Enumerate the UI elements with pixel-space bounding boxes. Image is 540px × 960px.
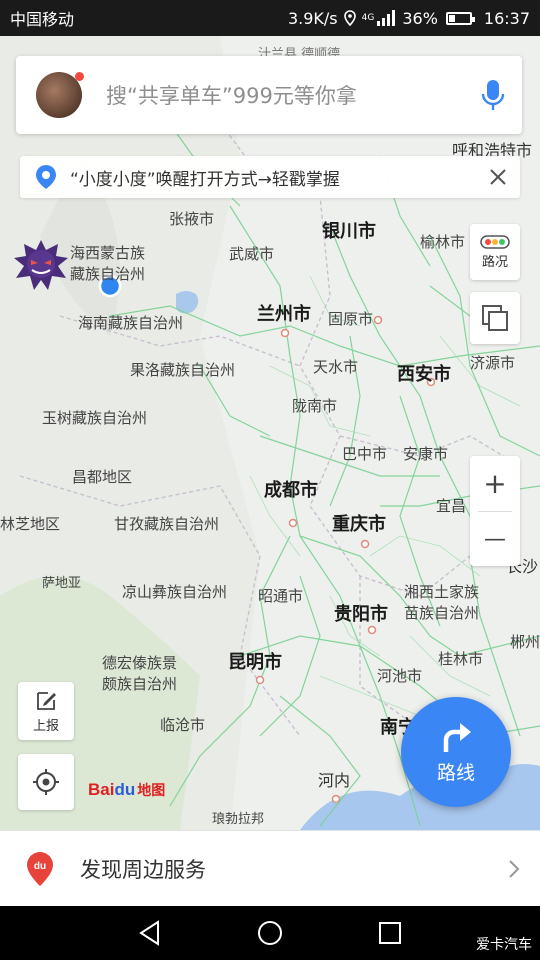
map-label: 固原市 bbox=[328, 310, 374, 328]
svg-text:du: du bbox=[34, 861, 46, 872]
back-icon[interactable] bbox=[138, 920, 162, 946]
map-label: 萨地亚 bbox=[42, 576, 82, 591]
search-bar[interactable]: 搜“共享单车”999元等你拿 bbox=[16, 56, 522, 134]
baidu-map-logo: Baidu 地图 bbox=[88, 780, 166, 799]
clock: 16:37 bbox=[483, 8, 530, 28]
status-right: 3.9K/s 4G 36% 16:37 bbox=[288, 9, 530, 28]
nearby-services-label: 发现周边服务 bbox=[80, 857, 206, 882]
route-arrow-icon bbox=[443, 722, 471, 752]
map-label: 成都市 bbox=[264, 480, 318, 501]
map-label: 林芝地区 bbox=[0, 515, 61, 533]
system-nav-bar bbox=[0, 906, 540, 960]
map-label: 安康市 bbox=[403, 445, 449, 463]
battery-percent: 36% bbox=[402, 8, 438, 28]
map-label: 张掖市 bbox=[169, 210, 215, 228]
map-label: 巴中市 bbox=[342, 445, 388, 463]
map-label: 琅勃拉邦 bbox=[212, 812, 265, 827]
carrier-name: 中国移动 bbox=[10, 10, 75, 29]
layers-button[interactable] bbox=[470, 292, 520, 344]
chevron-right-icon bbox=[509, 859, 520, 878]
map-label: 玉树藏族自治州 bbox=[42, 409, 148, 427]
map-label: 河池市 bbox=[377, 667, 423, 685]
map-label: 武威市 bbox=[229, 245, 275, 263]
map-label: 海南藏族自治州 bbox=[78, 314, 184, 332]
map-label: 湘西土家族 bbox=[404, 583, 480, 601]
location-pin-icon bbox=[36, 165, 56, 189]
map-label: 陇南市 bbox=[292, 397, 338, 415]
map-label: 济源市 bbox=[470, 354, 516, 372]
report-button[interactable]: 上报 bbox=[18, 682, 74, 740]
zoom-in-button[interactable]: + bbox=[470, 456, 520, 511]
map-label: 甘孜藏族自治州 bbox=[114, 515, 220, 533]
voice-tip-banner[interactable]: “小度小度”唤醒打开方式→轻戳掌握 bbox=[20, 156, 520, 198]
recent-apps-icon[interactable] bbox=[378, 921, 402, 945]
route-button[interactable]: 路线 bbox=[401, 697, 511, 807]
microphone-icon[interactable] bbox=[480, 78, 506, 112]
network-type: 4G bbox=[361, 13, 375, 23]
tip-text: “小度小度”唤醒打开方式→轻戳掌握 bbox=[70, 169, 340, 190]
map-label: 昆明市 bbox=[228, 652, 282, 673]
user-avatar[interactable] bbox=[36, 72, 84, 118]
layers-icon bbox=[482, 305, 508, 331]
status-bar: 中国移动 3.9K/s 4G 36% 16:37 bbox=[0, 0, 540, 36]
zoom-control: + — bbox=[470, 456, 520, 566]
map-label: 宜昌 bbox=[436, 497, 467, 515]
map-label: 果洛藏族自治州 bbox=[130, 361, 236, 379]
map-label: 西安市 bbox=[397, 364, 451, 385]
nearby-services-panel[interactable]: du 发现周边服务 bbox=[0, 830, 540, 906]
traffic-light-icon bbox=[480, 234, 510, 249]
du-pin-icon: du bbox=[27, 851, 53, 886]
map-label: 昌都地区 bbox=[72, 468, 133, 486]
map-label: 兰州市 bbox=[257, 304, 311, 325]
map-label: 海西蒙古族 bbox=[70, 244, 146, 262]
report-label: 上报 bbox=[32, 718, 59, 734]
signal-icon bbox=[377, 10, 396, 26]
close-icon[interactable] bbox=[488, 167, 508, 187]
battery-icon bbox=[445, 11, 475, 25]
map-label: 天水市 bbox=[313, 358, 359, 376]
map-label: 苗族自治州 bbox=[404, 604, 480, 622]
map-label: 银川市 bbox=[322, 221, 376, 242]
zoom-out-button[interactable]: — bbox=[470, 512, 520, 567]
locate-button[interactable] bbox=[18, 754, 74, 810]
locate-me-icon bbox=[33, 769, 59, 795]
home-icon[interactable] bbox=[257, 920, 283, 946]
traffic-button[interactable]: 路况 bbox=[470, 224, 520, 280]
location-icon bbox=[343, 10, 356, 26]
map-label: 德宏傣族景 bbox=[102, 654, 178, 672]
map-label: 凉山彝族自治州 bbox=[122, 583, 228, 601]
map-label: 贵阳市 bbox=[334, 604, 388, 625]
map-label: 河内 bbox=[318, 771, 351, 790]
map-label: 重庆市 bbox=[332, 514, 386, 535]
map-label: 藏族自治州 bbox=[70, 265, 146, 283]
map-label: 昭通市 bbox=[258, 587, 304, 605]
map-label: 榆林市 bbox=[420, 233, 466, 251]
map-label: 郴州 bbox=[510, 633, 540, 651]
route-label: 路线 bbox=[436, 761, 475, 784]
map-label: 颇族自治州 bbox=[102, 675, 178, 693]
traffic-label: 路况 bbox=[481, 254, 508, 270]
monster-mascot-icon[interactable] bbox=[12, 236, 70, 292]
edit-icon bbox=[37, 691, 56, 710]
search-input[interactable]: 搜“共享单车”999元等你拿 bbox=[106, 80, 480, 110]
watermark: 爱卡汽车 bbox=[476, 937, 532, 953]
map-label: 临沧市 bbox=[160, 716, 206, 734]
notification-dot bbox=[75, 72, 84, 81]
map-label: 桂林市 bbox=[438, 650, 484, 668]
net-speed: 3.9K/s bbox=[287, 8, 338, 28]
